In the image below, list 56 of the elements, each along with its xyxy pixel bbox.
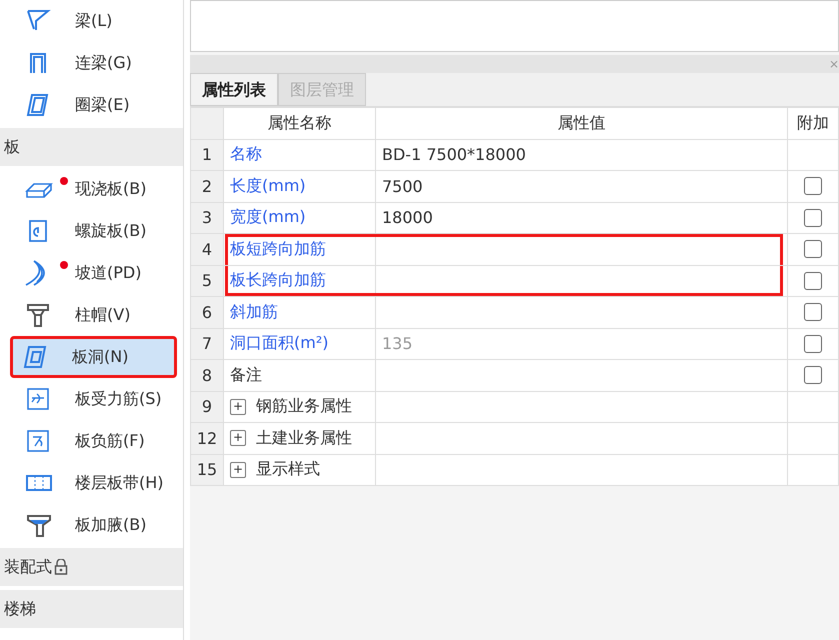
row-number: 4 — [190, 234, 224, 265]
section-title: 楼梯 — [4, 598, 36, 620]
row-number: 12 — [190, 422, 224, 454]
row-number: 3 — [190, 202, 224, 234]
section-header[interactable]: 板 — [0, 128, 183, 166]
sidebar-item[interactable]: 板加腋(B) — [0, 504, 177, 546]
row-number: 8 — [190, 360, 224, 391]
table-cell: 洞口面积(m²) — [224, 328, 376, 360]
row-number: 7 — [190, 328, 224, 360]
sidebar-item[interactable]: 柱帽(V) — [0, 294, 177, 336]
group-label: 钢筋业务属性 — [256, 396, 352, 416]
row-number: 6 — [190, 296, 224, 328]
table-cell: 斜加筋 — [224, 296, 376, 328]
sidebar-item[interactable]: 梁(L) — [0, 0, 177, 42]
haunch-icon — [25, 512, 53, 538]
section-header[interactable]: 楼梯 — [0, 590, 183, 628]
expand-button[interactable]: + — [230, 430, 246, 446]
sidebar-item[interactable]: 板洞(N) — [10, 336, 177, 378]
checkbox[interactable] — [804, 208, 822, 227]
checkbox[interactable] — [804, 303, 822, 322]
group-label: 土建业务属性 — [256, 428, 352, 447]
row-number: 2 — [190, 170, 224, 202]
column-header: 属性名称 — [224, 108, 376, 139]
table-cell[interactable]: BD-1 7500*18000 — [376, 139, 788, 170]
sidebar-item[interactable]: 坡道(PD) — [0, 252, 177, 294]
table-cell: 备注 — [224, 360, 376, 391]
checkbox[interactable] — [804, 177, 822, 196]
sidebar-item[interactable]: 圈梁(E) — [0, 84, 177, 126]
column-header: 附加 — [788, 108, 838, 139]
sidebar-item[interactable]: 板负筋(F) — [0, 420, 177, 462]
column-header: 属性值 — [376, 108, 788, 139]
table-cell: 长度(mm) — [224, 170, 376, 202]
table-cell: 名称 — [224, 139, 376, 170]
row-number: 9 — [190, 391, 224, 422]
section-title: 板 — [4, 136, 20, 158]
row-number: 15 — [190, 454, 224, 486]
group-label: 显示样式 — [256, 459, 320, 478]
sidebar-item[interactable]: 现浇板(B) — [0, 168, 177, 210]
expand-button[interactable]: + — [230, 462, 246, 478]
sidebar-item[interactable]: 板受力筋(S) — [0, 378, 177, 420]
section-header[interactable]: 装配式 — [0, 548, 183, 586]
row-number: 1 — [190, 139, 224, 170]
table-cell: 宽度(mm) — [224, 202, 376, 234]
table-cell[interactable]: 18000 — [376, 202, 788, 234]
checkbox[interactable] — [804, 334, 822, 353]
checkbox[interactable] — [804, 366, 822, 384]
table-cell[interactable]: 7500 — [376, 170, 788, 202]
section-title: 装配式 — [4, 556, 52, 578]
sidebar-item[interactable]: 螺旋板(B) — [0, 210, 177, 252]
sidebar-item[interactable]: 连梁(G) — [0, 42, 177, 84]
sidebar-item[interactable]: 楼层板带(H) — [0, 462, 177, 504]
expand-button[interactable]: + — [230, 398, 246, 415]
checkbox[interactable] — [804, 272, 822, 290]
checkbox[interactable] — [804, 240, 822, 258]
tab[interactable]: 属性列表 — [190, 73, 278, 106]
row-number: 5 — [190, 265, 224, 296]
